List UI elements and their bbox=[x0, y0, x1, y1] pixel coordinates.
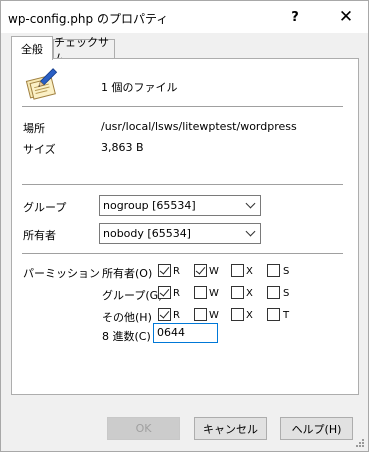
perm-group-w-checkbox[interactable] bbox=[194, 286, 207, 299]
tab-checksum[interactable]: チェックサム bbox=[53, 36, 115, 65]
perm-other-t-checkbox[interactable] bbox=[267, 308, 280, 321]
help-title-button[interactable]: ? bbox=[273, 1, 317, 33]
perm-x-letter: X bbox=[246, 266, 253, 277]
perm-w-letter: W bbox=[209, 288, 219, 299]
perm-group-s-checkbox[interactable] bbox=[267, 286, 280, 299]
separator bbox=[22, 106, 343, 107]
resize-grip-icon[interactable] bbox=[355, 438, 365, 448]
owner-label: 所有者 bbox=[23, 229, 56, 242]
group-select[interactable]: nogroup [65534] bbox=[99, 195, 261, 216]
chevron-down-icon bbox=[245, 198, 256, 209]
perm-special-letter: T bbox=[283, 310, 290, 321]
perm-owner-label: 所有者(O) bbox=[102, 267, 153, 280]
perm-w-letter: W bbox=[209, 310, 219, 321]
separator bbox=[22, 184, 343, 185]
perm-owner-s-checkbox[interactable] bbox=[267, 264, 280, 277]
owner-select-value: nobody [65534] bbox=[103, 227, 191, 240]
perm-w-letter: W bbox=[209, 266, 219, 277]
perm-owner-w-checkbox[interactable] bbox=[194, 264, 207, 277]
size-value: 3,863 B bbox=[101, 141, 144, 154]
octal-input[interactable]: 0644 bbox=[153, 323, 218, 343]
perm-group-r-checkbox[interactable] bbox=[158, 286, 171, 299]
cancel-button[interactable]: キャンセル bbox=[194, 417, 267, 440]
group-label: グループ bbox=[23, 201, 67, 214]
perm-x-letter: X bbox=[246, 288, 253, 299]
file-count: 1 個のファイル bbox=[101, 81, 178, 94]
window-title: wp-config.php のプロパティ bbox=[8, 12, 169, 26]
perm-r-letter: R bbox=[173, 266, 180, 277]
perm-r-letter: R bbox=[173, 288, 180, 299]
help-button[interactable]: ヘルプ(H) bbox=[280, 417, 353, 440]
perm-r-letter: R bbox=[173, 310, 180, 321]
separator bbox=[22, 253, 343, 254]
perm-group-label: グループ(G) bbox=[102, 289, 163, 302]
perm-special-letter: S bbox=[283, 288, 290, 299]
perm-other-x-checkbox[interactable] bbox=[231, 308, 244, 321]
perm-special-letter: S bbox=[283, 266, 290, 277]
group-select-value: nogroup [65534] bbox=[103, 199, 196, 212]
perm-owner-x-checkbox[interactable] bbox=[231, 264, 244, 277]
tab-general[interactable]: 全般 bbox=[11, 36, 53, 60]
owner-select[interactable]: nobody [65534] bbox=[99, 223, 261, 244]
perm-group-x-checkbox[interactable] bbox=[231, 286, 244, 299]
chevron-down-icon bbox=[245, 226, 256, 237]
perm-x-letter: X bbox=[246, 310, 253, 321]
octal-label: 8 進数(C) bbox=[102, 330, 151, 343]
files-with-pen-icon bbox=[24, 68, 58, 100]
close-button[interactable]: ✕ bbox=[324, 1, 368, 33]
perm-other-r-checkbox[interactable] bbox=[158, 308, 171, 321]
location-label: 場所 bbox=[23, 122, 45, 135]
title-bar: wp-config.php のプロパティ ? ✕ bbox=[1, 1, 368, 33]
ok-button[interactable]: OK bbox=[107, 417, 180, 440]
perm-other-w-checkbox[interactable] bbox=[194, 308, 207, 321]
size-label: サイズ bbox=[23, 143, 56, 156]
properties-dialog: wp-config.php のプロパティ ? ✕ 全般 チェックサム 1 個のフ… bbox=[0, 0, 369, 452]
location-value: /usr/local/lsws/litewptest/wordpress bbox=[101, 120, 297, 133]
perm-owner-r-checkbox[interactable] bbox=[158, 264, 171, 277]
permissions-label: パーミッション bbox=[23, 267, 100, 280]
perm-other-label: その他(H) bbox=[102, 311, 152, 324]
